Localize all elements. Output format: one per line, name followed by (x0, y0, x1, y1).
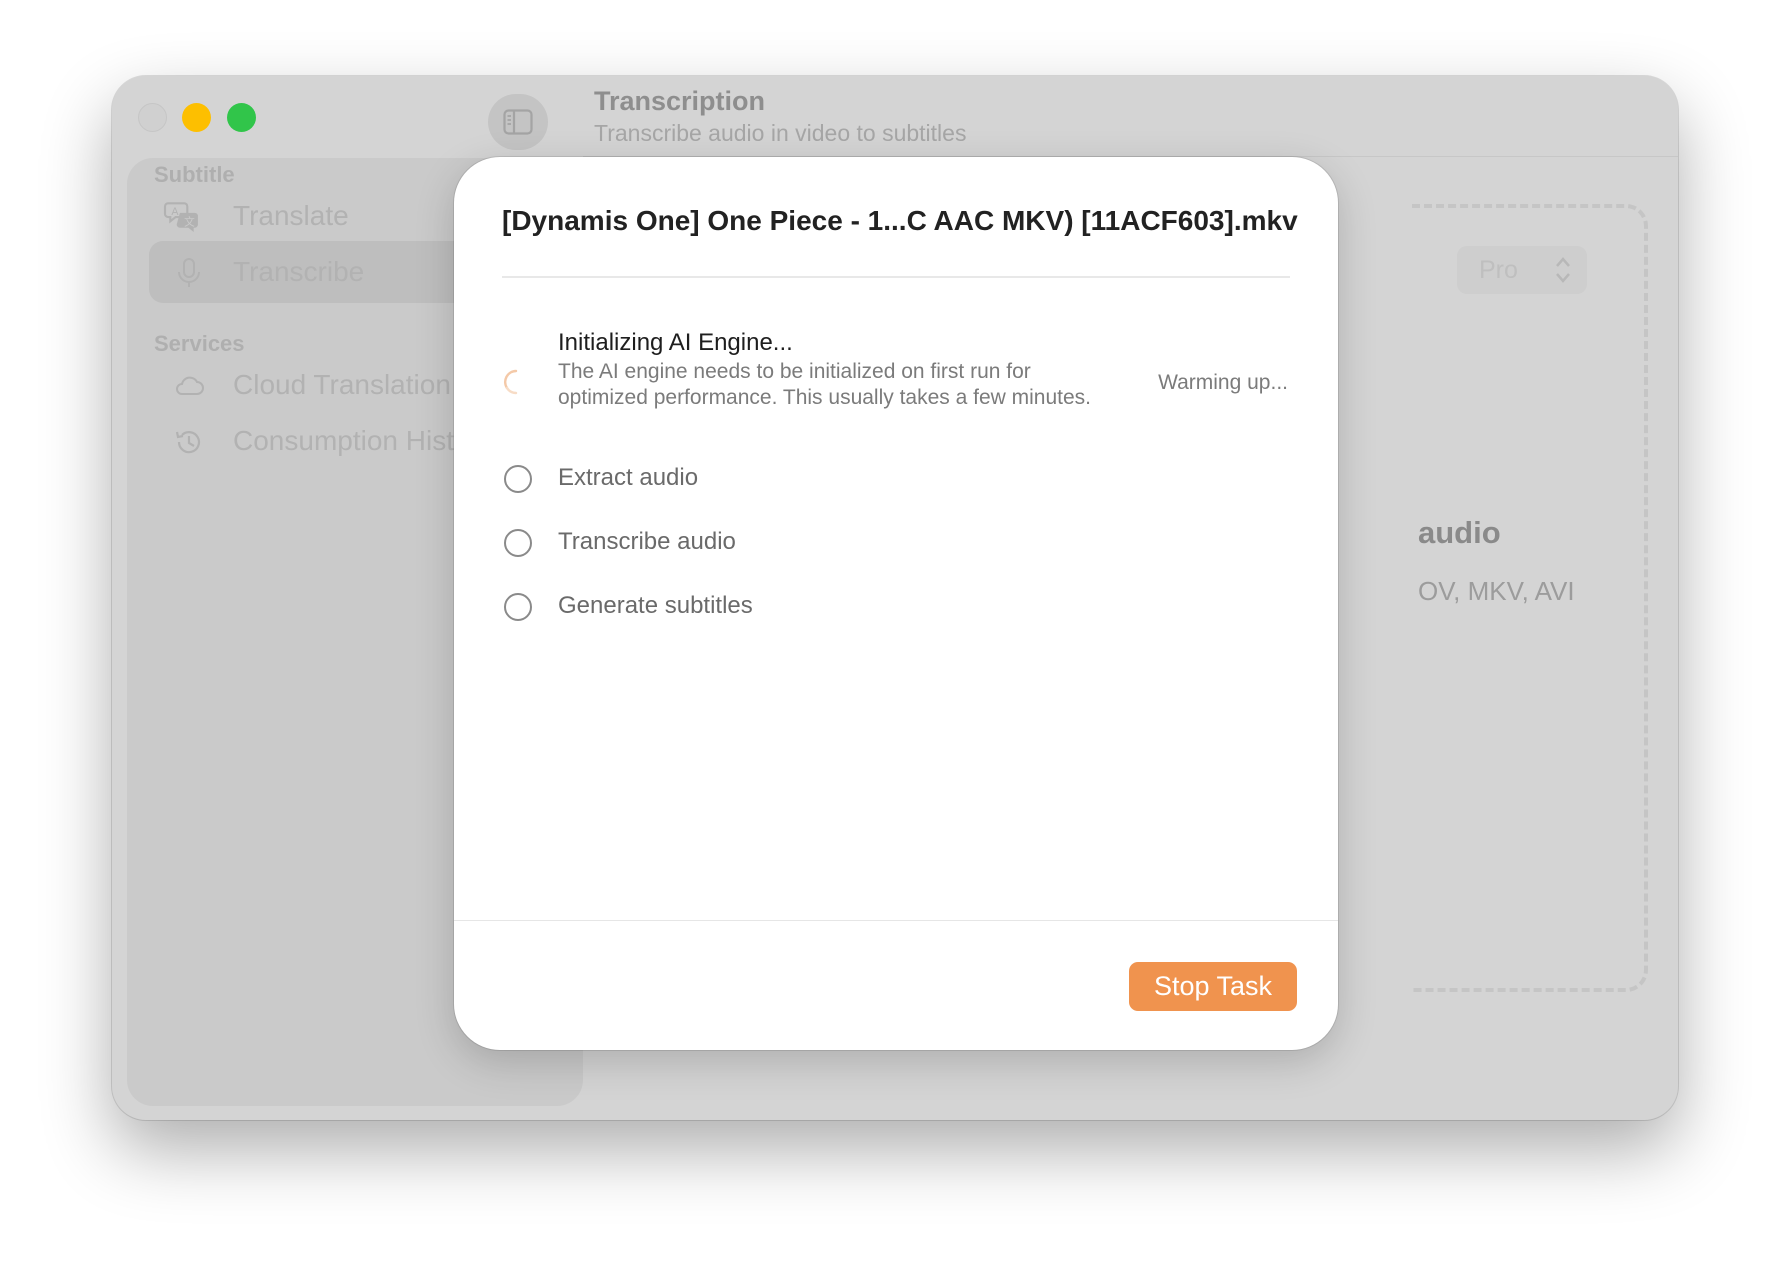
microphone-icon (178, 258, 200, 287)
footer-divider (454, 920, 1338, 921)
transcription-progress-dialog: [Dynamis One] One Piece - 1...C AAC MKV)… (454, 157, 1338, 1050)
step-initializing-status: Warming up... (1158, 371, 1288, 394)
loading-spinner-icon (504, 369, 518, 395)
sidebar-toggle-button[interactable] (488, 94, 548, 150)
svg-text:文: 文 (184, 216, 195, 229)
step-initializing-description: The AI engine needs to be initialized on… (558, 360, 1092, 409)
modal-divider (502, 276, 1290, 278)
drop-zone-formats: OV, MKV, AVI (1418, 576, 1575, 606)
step-pending-circle-icon (504, 593, 532, 621)
model-select-value: Pro (1479, 256, 1518, 284)
stop-task-button[interactable]: Stop Task (1129, 962, 1297, 1011)
chevron-up-down-icon (1556, 257, 1570, 283)
step-extract-audio-title: Extract audio (558, 464, 699, 491)
model-select[interactable]: Pro (1457, 246, 1587, 294)
sidebar-item-label: Consumption Histo (233, 425, 470, 456)
translate-icon: A 文 (163, 202, 198, 232)
svg-text:A: A (171, 206, 179, 218)
maximize-window-button[interactable] (227, 103, 256, 132)
page-subtitle: Transcribe audio in video to subtitles (594, 120, 967, 146)
cloud-icon (176, 376, 204, 395)
step-pending-circle-icon (504, 465, 532, 493)
minimize-window-button[interactable] (182, 103, 211, 132)
file-name-title: [Dynamis One] One Piece - 1...C AAC MKV)… (502, 205, 1298, 236)
page-title: Transcription (594, 86, 766, 116)
sidebar-item-label: Transcribe (233, 256, 365, 287)
drop-zone-title: audio (1418, 515, 1501, 550)
sidebar-toggle-icon (503, 109, 533, 135)
sidebar-item-label: Cloud Translation (233, 369, 451, 400)
step-initializing-title: Initializing AI Engine... (558, 329, 793, 356)
step-transcribe-audio-title: Transcribe audio (558, 528, 736, 555)
close-window-button[interactable] (138, 103, 167, 132)
sidebar-item-label: Translate (233, 200, 349, 231)
history-icon (175, 431, 201, 454)
step-pending-circle-icon (504, 529, 532, 557)
step-generate-subtitles-title: Generate subtitles (558, 592, 753, 619)
